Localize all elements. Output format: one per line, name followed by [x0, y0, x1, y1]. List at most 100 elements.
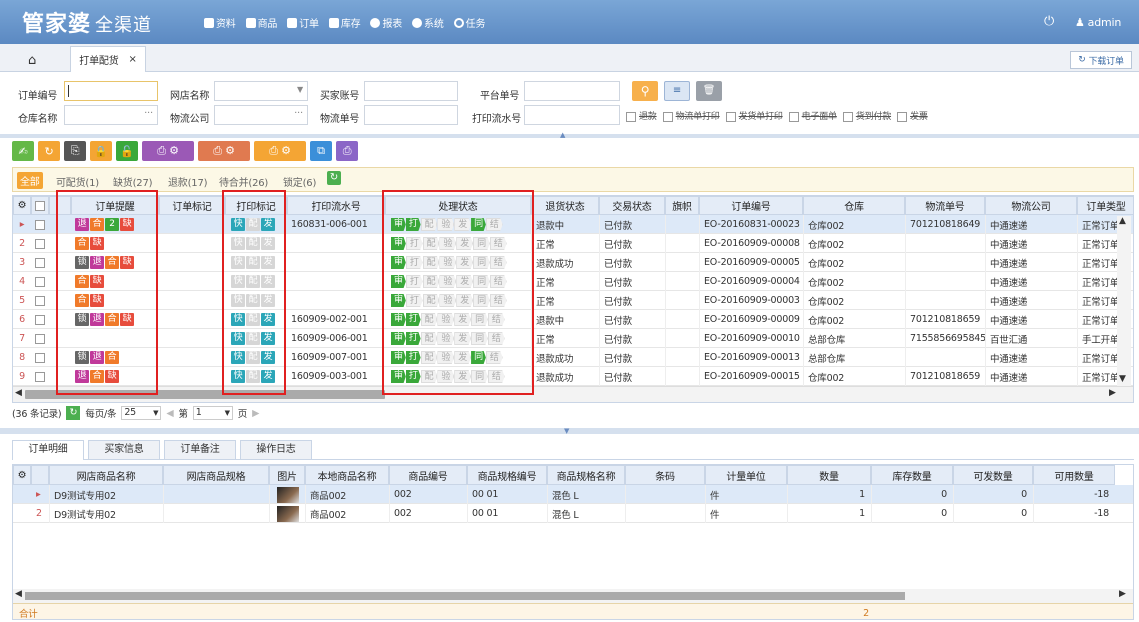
export-button[interactable]: ⎘ — [64, 141, 86, 161]
filter-ready[interactable]: 可配货(1) — [56, 174, 99, 189]
table-row[interactable]: 6 锁退合缺快配发 160909-002-001 审打配验发同结退款中 已付款 EO-20… — [13, 310, 1133, 329]
column-header[interactable]: 退货状态 — [531, 196, 599, 215]
column-header[interactable]: 订单编号 — [699, 196, 803, 215]
logistics-printed-option[interactable]: 物流单打印 — [662, 109, 720, 122]
detail-column-header[interactable]: 商品规格名称 — [547, 465, 625, 485]
column-header[interactable]: 订单标记 — [159, 196, 225, 215]
filter-refund[interactable]: 退款(17) — [168, 174, 208, 189]
row-checkbox[interactable] — [31, 329, 49, 348]
warehouse-select[interactable]: ··· — [64, 105, 158, 125]
detail-column-header[interactable]: 库存数量 — [871, 465, 953, 485]
detail-column-header[interactable]: 条码 — [625, 465, 705, 485]
row-checkbox[interactable] — [31, 253, 49, 272]
advanced-icon[interactable]: ≡ — [664, 81, 690, 101]
power-icon[interactable]: ⏻ — [1044, 14, 1054, 29]
row-checkbox[interactable] — [31, 367, 49, 386]
print-serial-input[interactable] — [524, 105, 620, 125]
refresh-icon[interactable]: ↻ — [327, 171, 341, 185]
close-icon[interactable]: × — [129, 54, 137, 65]
copy-button[interactable]: ⧉ — [310, 141, 332, 161]
e-waybill-option[interactable]: 电子面单 — [788, 109, 837, 122]
detail-column-header[interactable]: 本地商品名称 — [305, 465, 389, 485]
vertical-scrollbar[interactable]: ▲ ▼ — [1117, 216, 1131, 386]
print-menu-button[interactable]: ⎙ ⚙ — [142, 141, 194, 161]
scrollbar-thumb[interactable] — [25, 390, 385, 399]
table-row[interactable]: 9 退合缺快配发 160909-003-001 审打配验发同结退款成功 已付款 EO-20… — [13, 367, 1133, 386]
column-header[interactable]: 物流公司 — [985, 196, 1077, 215]
tab-order-detail[interactable]: 订单明细 — [12, 440, 84, 460]
detail-column-header[interactable]: 可用数量 — [1033, 465, 1115, 485]
collapse-bar[interactable]: ▲ — [0, 131, 1139, 139]
splitter-bar[interactable]: ▼ — [0, 427, 1139, 435]
platform-no-input[interactable] — [524, 81, 620, 101]
nav-item-system[interactable]: 系统 — [412, 15, 444, 30]
nav-item-tasks[interactable]: 任务 — [453, 15, 485, 30]
column-header[interactable]: 订单提醒 — [71, 196, 159, 215]
nav-item-goods[interactable]: 商品 — [245, 15, 277, 30]
user-menu[interactable]: ♟ admin — [1075, 16, 1121, 29]
filter-all[interactable]: 全部 — [17, 172, 43, 189]
table-row[interactable]: ▸ 退合 2 缺快配发 160831-006-001 审打配验发同结退款中 已付款 EO-20… — [13, 215, 1133, 234]
column-header[interactable]: 仓库 — [803, 196, 905, 215]
delivery-printed-option[interactable]: 发货单打印 — [725, 109, 783, 122]
audit-button[interactable]: ✍ — [12, 141, 34, 161]
column-header[interactable]: 旗帜 — [665, 196, 699, 215]
table-row[interactable]: 7 快配发 160909-006-001 审打配验发同结正常 已付款 EO-2016090… — [13, 329, 1133, 348]
printer-settings-button[interactable]: ⎙ ⚙ — [198, 141, 250, 161]
column-header[interactable]: 交易状态 — [599, 196, 665, 215]
detail-row[interactable]: ▸ D9测试专用02 商品002 002 00 01 混色 L 件 1 0 0 -18 — [13, 485, 1133, 504]
order-no-input[interactable] — [64, 81, 158, 101]
refund-option[interactable]: 退款 — [626, 109, 657, 122]
refresh-icon[interactable]: ↻ — [66, 406, 81, 420]
detail-column-header[interactable]: 商品编号 — [389, 465, 467, 485]
select-all-checkbox[interactable] — [31, 196, 49, 215]
column-header[interactable]: 订单类型 — [1077, 196, 1133, 215]
print-button[interactable]: ⎙ — [336, 141, 358, 161]
table-row[interactable]: 8 锁退合快配发 160909-007-001 审打配验发同结退款成功 已付款 EO-20… — [13, 348, 1133, 367]
filter-locked[interactable]: 锁定(6) — [283, 174, 316, 189]
row-checkbox[interactable] — [31, 234, 49, 253]
buyer-input[interactable] — [364, 81, 458, 101]
filter-merge[interactable]: 待合并(26) — [219, 174, 268, 189]
next-page-icon[interactable]: ▶ — [252, 408, 259, 419]
first-page-icon[interactable]: ◀ — [166, 408, 173, 419]
lock-button[interactable]: 🔒 — [90, 141, 112, 161]
logistics-no-input[interactable] — [364, 105, 458, 125]
detail-column-header[interactable]: 商品规格编号 — [467, 465, 547, 485]
column-header[interactable]: 打印标记 — [225, 196, 287, 215]
page-select[interactable]: 1 ▼ — [192, 406, 233, 420]
download-orders-button[interactable]: ↻ 下载订单 — [1070, 51, 1132, 69]
refresh-button[interactable]: ↻ — [38, 141, 60, 161]
row-checkbox[interactable] — [31, 291, 49, 310]
detail-row[interactable]: 2 D9测试专用02 商品002 002 00 01 混色 L 件 1 0 0 -18 — [13, 504, 1133, 523]
column-header[interactable]: 处理状态 — [385, 196, 531, 215]
logistics-co-select[interactable]: ··· — [214, 105, 308, 125]
table-row[interactable]: 4 合缺快配发审打配验发同结正常 已付款 EO-20160909-00004 仓库002… — [13, 272, 1133, 291]
table-row[interactable]: 5 合缺快配发审打配验发同结正常 已付款 EO-20160909-00003 仓库002… — [13, 291, 1133, 310]
tab-print-picking[interactable]: 打单配货 × — [70, 46, 146, 72]
column-header[interactable]: 物流单号 — [905, 196, 985, 215]
nav-item-reports[interactable]: 报表 — [370, 15, 402, 30]
row-checkbox[interactable] — [31, 310, 49, 329]
per-page-select[interactable]: 25 ▼ — [121, 406, 162, 420]
tab-order-notes[interactable]: 订单备注 — [164, 440, 236, 460]
nav-item-orders[interactable]: 订单 — [287, 15, 319, 30]
tab-operation-log[interactable]: 操作日志 — [240, 440, 312, 460]
horizontal-scrollbar[interactable]: ◀ ▶ — [13, 589, 1133, 603]
detail-column-header[interactable]: 网店商品规格 — [163, 465, 269, 485]
tab-buyer-info[interactable]: 买家信息 — [88, 440, 160, 460]
home-icon[interactable]: ⌂ — [28, 53, 36, 68]
row-checkbox[interactable] — [31, 348, 49, 367]
detail-column-header[interactable]: 可发数量 — [953, 465, 1033, 485]
delivery-settings-button[interactable]: ⎙ ⚙ — [254, 141, 306, 161]
table-row[interactable]: 2 合缺快配发审打配验发同结正常 已付款 EO-20160909-00008 仓库002… — [13, 234, 1133, 253]
cod-option[interactable]: 货到付款 — [842, 109, 891, 122]
detail-column-header[interactable]: 数量 — [787, 465, 871, 485]
unlock-button[interactable]: 🔓 — [116, 141, 138, 161]
nav-item-data[interactable]: 资料 — [204, 15, 236, 30]
detail-column-header[interactable]: 计量单位 — [705, 465, 787, 485]
settings-gear-icon[interactable]: ⚙ — [13, 465, 31, 485]
shop-name-select[interactable]: ▼ — [214, 81, 308, 101]
row-checkbox[interactable] — [31, 215, 49, 234]
detail-column-header[interactable]: 网店商品名称 — [49, 465, 163, 485]
